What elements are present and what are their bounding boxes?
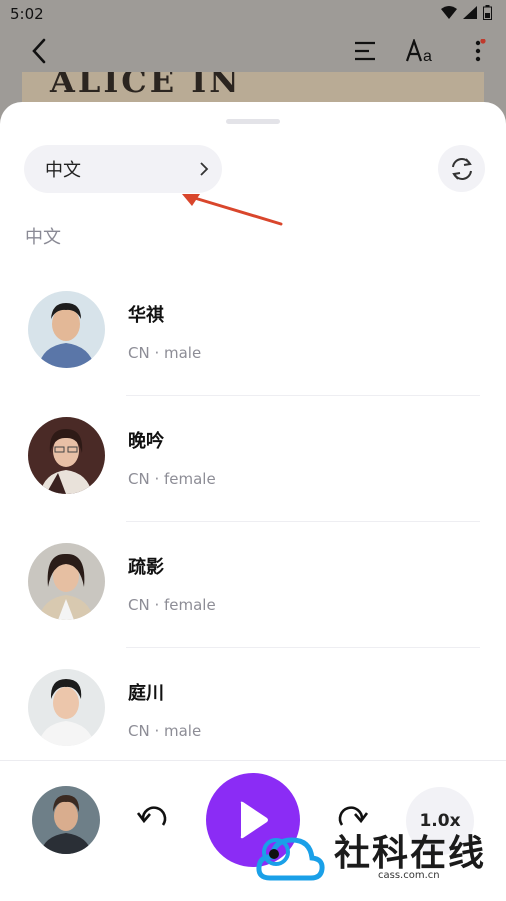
voice-meta: CN · female [128, 470, 216, 488]
sheet-drag-handle[interactable] [226, 119, 280, 124]
font-size-icon: a [405, 39, 432, 63]
more-vertical-icon [475, 39, 486, 62]
font-settings-button[interactable]: a [404, 34, 438, 68]
play-icon [240, 801, 268, 839]
status-icons [441, 5, 492, 20]
toc-button[interactable] [352, 34, 378, 68]
more-button[interactable] [470, 34, 488, 68]
list-item[interactable]: 庭川 CN · male [0, 648, 506, 774]
battery-icon [483, 5, 492, 20]
list-icon [355, 41, 375, 61]
avatar [28, 669, 105, 746]
language-selector-label: 中文 [45, 160, 81, 181]
refresh-icon [451, 157, 472, 180]
back-button[interactable] [26, 34, 52, 68]
voice-meta: CN · male [128, 722, 202, 740]
list-item[interactable]: 疏影 CN · female [0, 522, 506, 648]
chevron-right-icon [200, 162, 209, 176]
list-item[interactable]: 晚吟 CN · female [0, 396, 506, 522]
play-button[interactable] [206, 773, 300, 867]
section-title: 中文 [25, 227, 61, 248]
voice-list: 华祺 CN · male 晚吟 CN · female 疏影 CN · fema… [0, 270, 506, 774]
avatar [28, 291, 105, 368]
voice-meta: CN · female [128, 596, 216, 614]
player-bar: 1.0x [0, 760, 506, 901]
forward-icon [338, 806, 369, 826]
voice-name: 晚吟 [128, 431, 164, 452]
voice-name: 疏影 [128, 557, 164, 578]
book-title-banner: ALICE IN WONDERLAND [22, 72, 484, 106]
wifi-icon [441, 6, 457, 19]
forward-button[interactable] [336, 805, 369, 837]
reader-toolbar: a [0, 28, 506, 74]
svg-text:a: a [423, 48, 432, 63]
avatar [28, 417, 105, 494]
playback-speed-button[interactable]: 1.0x [406, 787, 474, 855]
voice-name: 华祺 [128, 305, 164, 326]
current-voice-avatar[interactable] [32, 786, 100, 854]
status-time: 5:02 [10, 5, 44, 23]
list-item[interactable]: 华祺 CN · male [0, 270, 506, 396]
annotation-arrow [182, 194, 283, 226]
voice-name: 庭川 [128, 683, 164, 704]
book-title-text: ALICE IN WONDERLAND [50, 72, 353, 106]
avatar [28, 543, 105, 620]
language-selector[interactable]: 中文 [24, 145, 222, 193]
status-bar: 5:02 [0, 0, 506, 28]
refresh-button[interactable] [438, 145, 485, 192]
back-arrow-icon [32, 38, 46, 64]
rewind-button[interactable] [136, 805, 169, 837]
rewind-icon [136, 806, 167, 826]
voice-meta: CN · male [128, 344, 202, 362]
signal-icon [463, 6, 477, 19]
